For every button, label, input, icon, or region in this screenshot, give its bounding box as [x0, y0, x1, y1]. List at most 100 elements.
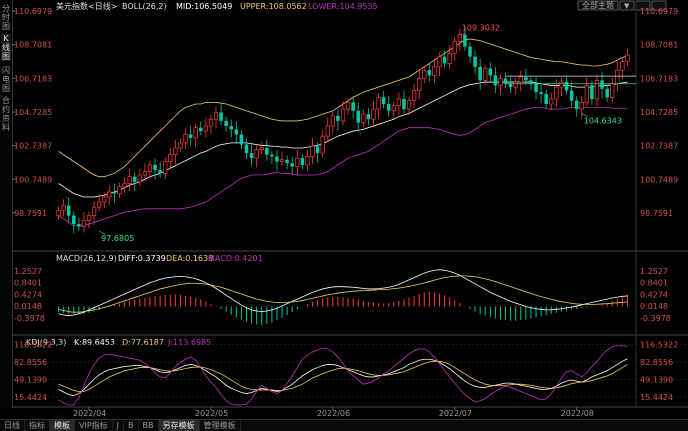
candle-body-down	[524, 76, 528, 81]
candle-body-down	[77, 224, 81, 227]
chart-area[interactable]: 美元指数<日线> BOLL(26,2) MID:106.5049 UPPER:1…	[12, 0, 688, 419]
candle-body-up	[625, 54, 630, 63]
candle-body-up	[102, 196, 107, 203]
tab-j[interactable]: J	[113, 420, 125, 431]
right-y-tick-label: 106.7183	[640, 74, 678, 83]
candle-body-down	[300, 158, 305, 165]
candle-body-down	[244, 144, 249, 154]
candle-body-up	[259, 147, 264, 151]
tab-bb[interactable]: BB	[139, 420, 159, 431]
candle-body-up	[183, 134, 188, 144]
tab-template[interactable]: 模板	[50, 420, 75, 431]
tab-manage-template[interactable]: 管理模板	[200, 420, 241, 431]
macd-diff: DIFF:0.3739	[118, 254, 166, 263]
candle-body-up	[208, 118, 214, 127]
tab-vip-indicator[interactable]: VIP指标	[75, 420, 113, 431]
left-y-tick-label: -0.3978	[14, 314, 45, 323]
candle-body-down	[198, 127, 203, 132]
candle-body-up	[371, 108, 376, 120]
candle-body-up	[86, 215, 92, 221]
x-tick-label: 2022/05	[195, 409, 228, 418]
sidebar-item-kline[interactable]: K线图	[1, 34, 11, 61]
candle-body-up	[615, 69, 620, 85]
candle-body-up	[422, 69, 427, 80]
macd-dea-line	[58, 275, 628, 313]
candle-body-up	[447, 52, 452, 64]
candle-body-up	[163, 161, 168, 174]
candle-body-up	[513, 81, 518, 88]
boll-label: BOLL(26,2)	[122, 2, 167, 11]
candle-body-up	[295, 157, 300, 167]
candle-body-down	[132, 176, 137, 182]
tab-save-template[interactable]: 另存模板	[158, 420, 200, 431]
candle-body-up	[203, 125, 208, 132]
candle-body-down	[493, 75, 498, 86]
candle-body-down	[574, 100, 579, 110]
candle-body-down	[234, 129, 239, 135]
candle-body-up	[406, 100, 412, 110]
right-y-tick-label: 110.6979	[640, 7, 678, 16]
candle-body-up	[142, 171, 148, 176]
candle-body-down	[356, 110, 361, 123]
sidebar-item-flash[interactable]: 闪电图	[1, 66, 11, 93]
right-y-tick-label: 102.7387	[640, 142, 678, 151]
candle-body-up	[213, 112, 219, 120]
candle-body-down	[66, 205, 71, 216]
candle-body-down	[381, 97, 386, 105]
candle-body-up	[554, 86, 559, 100]
tab-daily[interactable]: 日线	[0, 420, 25, 431]
candle-body-down	[285, 159, 289, 164]
candle-body-down	[239, 134, 244, 145]
candle-body-up	[549, 98, 554, 105]
candle-body-down	[275, 156, 279, 162]
candle-body-up	[391, 105, 396, 112]
candle-body-up	[452, 41, 457, 54]
candle-body-up	[117, 186, 122, 194]
candle-body-up	[325, 125, 330, 137]
candle-body-down	[336, 115, 340, 121]
kdj-k-line	[58, 358, 628, 397]
right-y-tick-label: 100.7489	[640, 175, 678, 184]
candle-body-down	[265, 147, 269, 155]
sidebar-item-timeshare[interactable]: 分时图	[1, 4, 11, 31]
candle-body-up	[320, 135, 325, 154]
kdj-k: K:89.6453	[74, 338, 115, 347]
candle-body-down	[229, 126, 234, 130]
right-y-tick-label: 1.2527	[640, 267, 668, 276]
candle-body-down	[153, 164, 157, 170]
candle-body-down	[468, 46, 472, 57]
candle-body-up	[305, 156, 310, 166]
annotation-label: 104.6343	[584, 117, 622, 126]
candle-body-up	[91, 206, 97, 216]
candle-body-up	[193, 127, 198, 139]
right-y-tick-label: 0.4274	[640, 290, 668, 299]
candle-body-up	[127, 176, 132, 184]
chevron-down-icon: ▼	[624, 2, 630, 10]
candle-body-up	[97, 201, 102, 208]
tab-indicator[interactable]: 指标	[25, 420, 50, 431]
candle-body-up	[137, 174, 142, 183]
candle-body-up	[417, 78, 422, 91]
candle-body-up	[610, 83, 615, 98]
candle-body-down	[386, 104, 391, 111]
right-y-tick-label: 108.7081	[640, 41, 678, 50]
candle-body-down	[600, 80, 604, 89]
left-y-tick-label: 49.1390	[14, 375, 47, 384]
candle-body-up	[310, 145, 315, 157]
bottom-toolbar: 日线 指标 模板 VIP指标 J B BB 另存模板 管理模板	[0, 419, 688, 431]
candle-body-up	[168, 154, 173, 162]
tab-b[interactable]: B	[124, 420, 139, 431]
candle-body-up	[340, 108, 346, 122]
left-y-tick-label: 1.2527	[14, 267, 42, 276]
candle-body-down	[402, 98, 406, 110]
left-y-tick-label: 102.7387	[14, 142, 52, 151]
left-y-tick-label: 116.5322	[14, 340, 52, 349]
candle-body-up	[178, 142, 183, 149]
left-y-tick-label: 100.7489	[14, 175, 52, 184]
candle-body-up	[498, 78, 503, 86]
left-y-tick-label: 82.8556	[14, 358, 47, 367]
candle-body-up	[396, 98, 402, 107]
sidebar-item-contract-info[interactable]: 合约资料	[1, 96, 11, 132]
candle-body-up	[147, 164, 153, 172]
boll-mid-line	[58, 81, 628, 198]
